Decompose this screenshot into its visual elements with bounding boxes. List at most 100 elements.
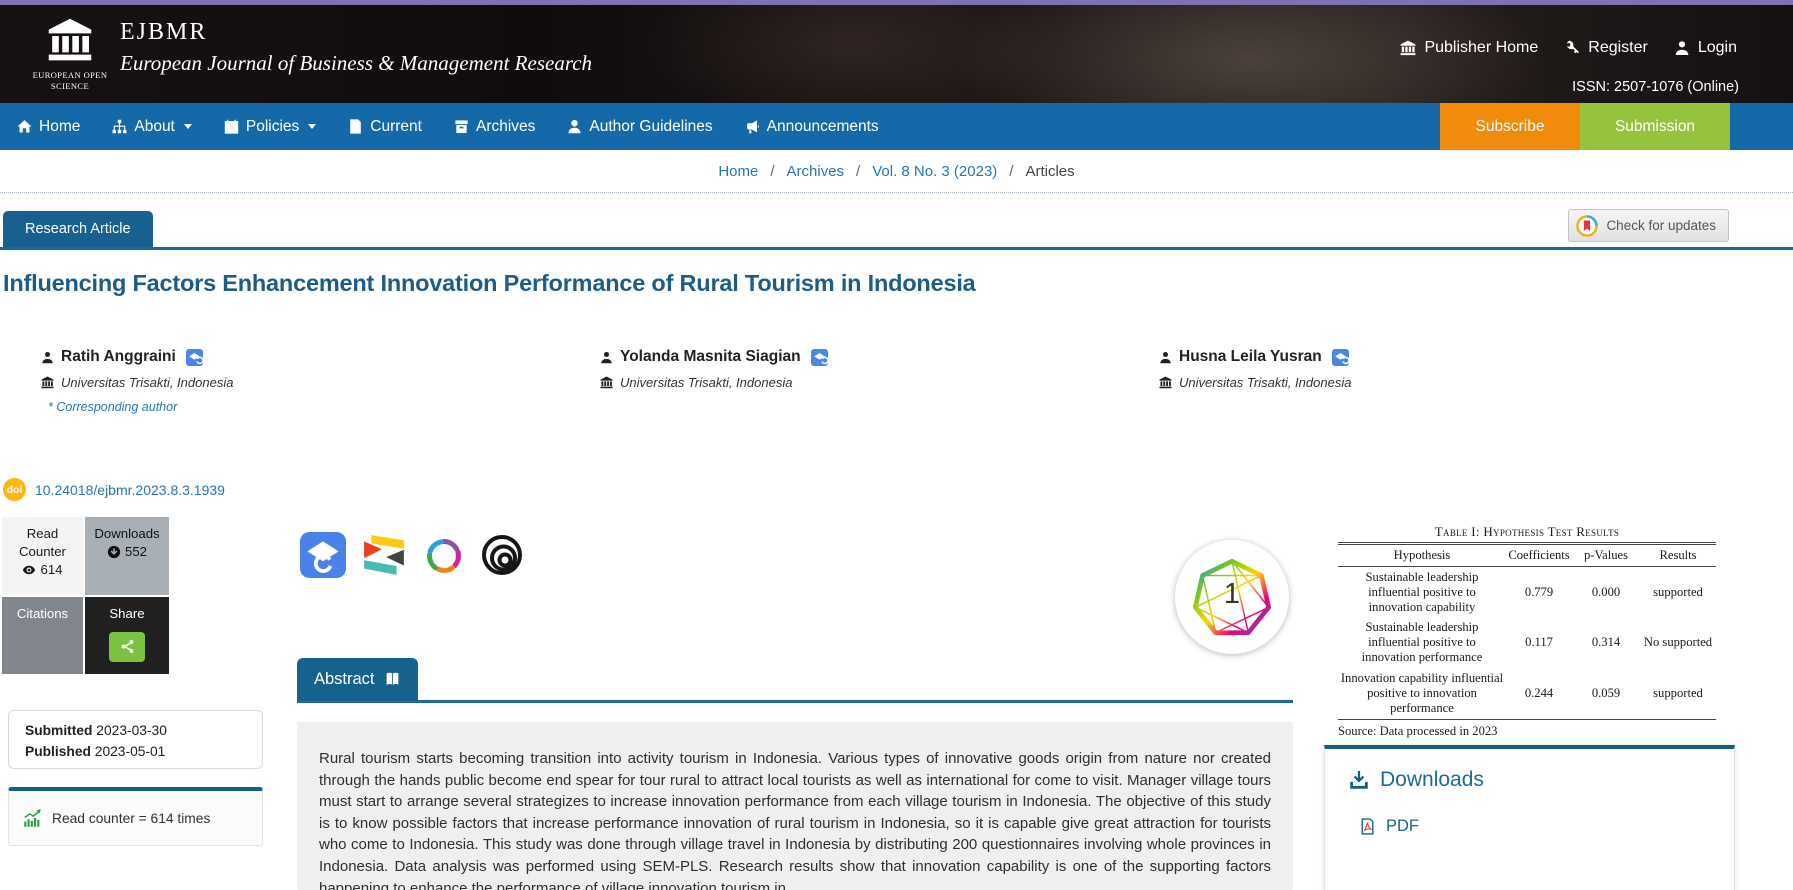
article-metrics: Read Counter 614 Downloads 552 Citations…	[2, 517, 169, 674]
bank-icon	[1159, 376, 1172, 389]
file-text-icon	[348, 119, 363, 134]
crossmark-icon	[1576, 215, 1598, 237]
table-cell: Sustainable leadership influential posit…	[1338, 617, 1506, 668]
downloads-cell: Downloads 552	[85, 517, 169, 595]
author-name: Ratih Anggraini	[61, 348, 176, 366]
published-label: Published	[25, 744, 91, 759]
breadcrumb-archives-link[interactable]: Archives	[787, 163, 845, 180]
share-icon	[120, 639, 135, 654]
chevron-down-icon	[184, 124, 192, 129]
share-button[interactable]	[109, 632, 145, 662]
author-affiliation: Universitas Trisakti, Indonesia	[61, 375, 233, 390]
nav-action-buttons: Subscribe Submission	[1440, 103, 1793, 150]
nav-item-policies[interactable]: Policies	[224, 118, 316, 136]
google-scholar-icon[interactable]	[300, 532, 346, 578]
ouci-spiral-icon[interactable]	[480, 532, 524, 578]
table-cell: supported	[1640, 566, 1716, 617]
article-tab-bar: Research Article Check for updates	[0, 193, 1793, 250]
abstract-panel: Rural tourism starts becoming transition…	[297, 722, 1293, 890]
indexing-icons	[300, 532, 524, 578]
abstract-text: Rural tourism starts becoming transition…	[297, 722, 1293, 890]
table-header: Hypothesis	[1338, 544, 1506, 567]
nav-item-author-guidelines[interactable]: Author Guidelines	[567, 118, 712, 136]
share-cell: Share	[85, 597, 169, 674]
scilit-icon[interactable]	[422, 532, 466, 578]
table-header: Results	[1640, 544, 1716, 567]
table-cell: 0.244	[1506, 668, 1572, 719]
nav-item-announcements[interactable]: Announcements	[745, 118, 879, 136]
downloads-value: 552	[125, 543, 147, 561]
main-navigation: Home About Policies Current Archives	[0, 103, 1793, 150]
sitemap-icon	[112, 119, 127, 134]
published-date: 2023-05-01	[95, 744, 166, 759]
table-title: Table I: Hypothesis Test Results	[1338, 524, 1716, 540]
scholar-badge-icon[interactable]	[186, 349, 203, 366]
scholar-badge-icon[interactable]	[811, 349, 828, 366]
pdf-download-link[interactable]: PDF	[1359, 817, 1710, 836]
person-outline-icon	[567, 119, 582, 134]
user-icon	[600, 351, 613, 364]
author-block: Ratih Anggraini Universitas Trisakti, In…	[41, 348, 581, 414]
submission-dates-box: Submitted 2023-03-30 Published 2023-05-0…	[8, 710, 263, 769]
nav-item-about[interactable]: About	[112, 118, 192, 136]
breadcrumb: Home / Archives / Vol. 8 No. 3 (2023) / …	[0, 150, 1793, 193]
citations-cell: Citations	[2, 597, 83, 674]
bank-icon	[1400, 40, 1416, 56]
table-cell: Sustainable leadership influential posit…	[1338, 566, 1506, 617]
table-cell: No supported	[1640, 617, 1716, 668]
author-block: Husna Leila Yusran Universitas Trisakti,…	[1159, 348, 1699, 390]
bank-icon	[600, 376, 613, 389]
downloads-heading: Downloads	[1349, 768, 1710, 792]
author-affiliation: Universitas Trisakti, Indonesia	[1179, 375, 1351, 390]
breadcrumb-current: Articles	[1025, 163, 1074, 180]
article-title: Influencing Factors Enhancement Innovati…	[3, 270, 1453, 297]
table-source-note: Source: Data processed in 2023	[1338, 724, 1716, 739]
check-for-updates-button[interactable]: Check for updates	[1568, 209, 1729, 242]
user-icon	[41, 351, 54, 364]
submitted-label: Submitted	[25, 723, 92, 738]
table-cell: 0.000	[1572, 566, 1640, 617]
research-article-tab[interactable]: Research Article	[3, 211, 153, 247]
doi-badge-icon: doi	[3, 478, 26, 501]
header-links: Publisher Home Register Login	[1400, 39, 1737, 57]
table-cell: 0.314	[1572, 617, 1640, 668]
scholar-badge-icon[interactable]	[1332, 349, 1349, 366]
abstract-tab[interactable]: Abstract	[297, 658, 418, 701]
publisher-logo[interactable]: EUROPEAN OPEN SCIENCE	[24, 17, 116, 91]
bank-icon	[41, 376, 54, 389]
journal-abbreviation: EJBMR	[120, 19, 207, 46]
journal-name: European Journal of Business & Managemen…	[120, 51, 592, 76]
logo-caption: EUROPEAN OPEN SCIENCE	[24, 70, 116, 91]
table-cell: Innovation capability influential positi…	[1338, 668, 1506, 719]
author-block: Yolanda Masnita Siagian Universitas Tris…	[600, 348, 1140, 390]
table-cell: 0.779	[1506, 566, 1572, 617]
doi-row: doi 10.24018/ejbmr.2023.8.3.1939	[3, 478, 225, 501]
publisher-home-link[interactable]: Publisher Home	[1400, 39, 1538, 57]
read-counter-value: 614	[40, 561, 62, 579]
submitted-date: 2023-03-30	[96, 723, 167, 738]
nav-item-home[interactable]: Home	[17, 118, 80, 136]
nav-item-current[interactable]: Current	[348, 118, 422, 136]
breadcrumb-home-link[interactable]: Home	[718, 163, 758, 180]
author-name: Yolanda Masnita Siagian	[620, 348, 801, 366]
dimensions-citation-badge[interactable]: 1	[1175, 540, 1289, 654]
dimensions-count: 1	[1175, 578, 1289, 611]
crossref-icon[interactable]	[360, 532, 408, 578]
nav-items: Home About Policies Current Archives	[0, 103, 879, 150]
nav-item-archives[interactable]: Archives	[454, 118, 535, 136]
user-icon	[1674, 40, 1690, 56]
key-icon	[1564, 40, 1580, 56]
submission-button[interactable]: Submission	[1580, 103, 1730, 150]
hypothesis-table: Hypothesis Coefficients p-Values Results…	[1338, 542, 1716, 720]
doi-link[interactable]: 10.24018/ejbmr.2023.8.3.1939	[35, 482, 225, 498]
table-header: Coefficients	[1506, 544, 1572, 567]
login-link[interactable]: Login	[1674, 39, 1737, 57]
corresponding-author-note: * Corresponding author	[48, 400, 581, 414]
home-icon	[17, 119, 32, 134]
subscribe-button[interactable]: Subscribe	[1440, 103, 1580, 150]
breadcrumb-issue-link[interactable]: Vol. 8 No. 3 (2023)	[872, 163, 997, 180]
downloads-panel: Downloads PDF	[1324, 745, 1735, 890]
author-affiliation-row: Universitas Trisakti, Indonesia	[1159, 375, 1699, 390]
read-counter-cell: Read Counter 614	[2, 517, 83, 595]
register-link[interactable]: Register	[1564, 39, 1648, 57]
